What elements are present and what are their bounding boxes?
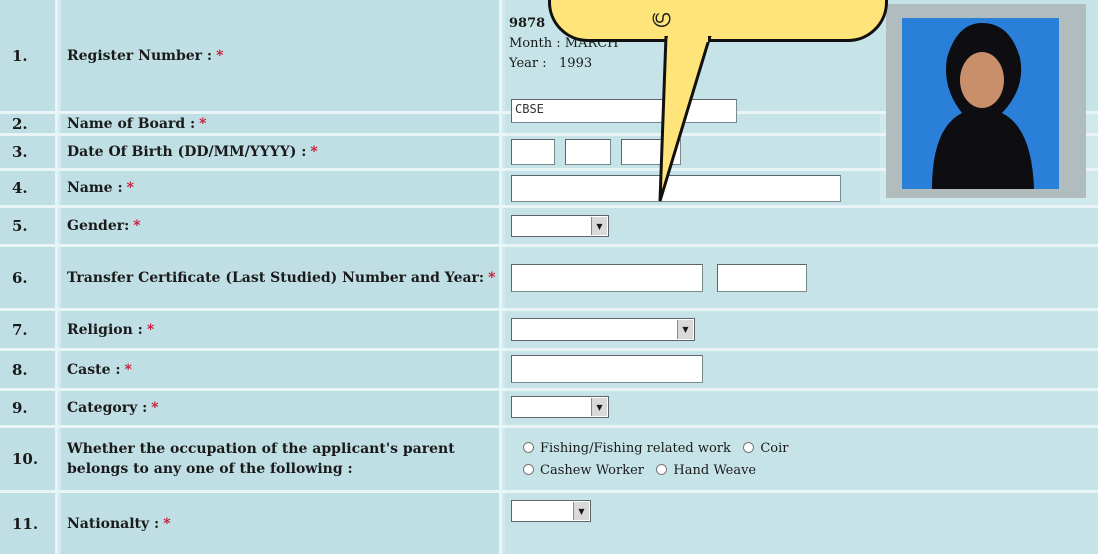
radio-icon — [656, 464, 668, 475]
row-label: Transfer Certificate (Last Studied) Numb… — [61, 247, 502, 308]
category-label: Category : — [67, 400, 148, 416]
row-number: 8. — [0, 351, 58, 388]
row-number: 10. — [0, 428, 58, 490]
dropdown-arrow-icon: ▼ — [591, 398, 607, 416]
row-caste: 8. Caste : * — [0, 351, 1098, 388]
dob-month-input[interactable] — [565, 139, 611, 165]
required-star: * — [199, 115, 207, 132]
board-label: Name of Board : — [67, 115, 196, 132]
tc-year-input[interactable] — [717, 264, 807, 292]
caste-input[interactable] — [511, 355, 703, 383]
row-label: Religion : * — [61, 311, 502, 348]
tc-label: Transfer Certificate (Last Studied) Numb… — [67, 269, 496, 286]
row-number: 11. — [0, 493, 58, 554]
radio-icon — [743, 442, 755, 453]
row-label: Name of Board : * — [61, 114, 502, 133]
applicant-photo — [902, 18, 1059, 189]
row-label: Whether the occupation of the applicant'… — [61, 428, 502, 490]
row-number: 4. — [0, 171, 58, 205]
required-star: * — [124, 361, 132, 378]
gender-value-cell: ▼ — [505, 208, 1098, 244]
row-label: Date Of Birth (DD/MM/YYYY) : * — [61, 136, 502, 168]
row-number: 5. — [0, 208, 58, 244]
occupation-option-coir[interactable]: Coir — [743, 441, 788, 456]
row-label: Caste : * — [61, 351, 502, 388]
gender-select[interactable]: ▼ — [511, 215, 609, 237]
row-label: Nationalty : * — [61, 493, 502, 554]
required-star: * — [488, 269, 496, 286]
occupation-label: Whether the occupation of the applicant'… — [67, 441, 455, 477]
row-number: 3. — [0, 136, 58, 168]
tc-number-input[interactable] — [511, 264, 703, 292]
row-label: Gender: * — [61, 208, 502, 244]
row-label: Category : * — [61, 391, 502, 425]
row-number: 9. — [0, 391, 58, 425]
category-select[interactable]: ▼ — [511, 396, 609, 418]
required-star: * — [126, 180, 134, 196]
row-transfer-certificate: 6. Transfer Certificate (Last Studied) N… — [0, 247, 1098, 308]
year-label: Year : — [509, 56, 547, 71]
year-value: 1993 — [559, 56, 593, 71]
religion-label: Religion : — [67, 321, 143, 338]
category-value-cell: ▼ — [505, 391, 1098, 425]
register-year-row: Year : 1993 — [509, 54, 619, 74]
dropdown-arrow-icon: ▼ — [573, 502, 589, 520]
dropdown-arrow-icon: ▼ — [677, 320, 693, 339]
row-religion: 7. Religion : * ▼ — [0, 311, 1098, 348]
row-label: Register Number : * — [61, 0, 502, 111]
row-gender: 5. Gender: * ▼ — [0, 208, 1098, 244]
dob-day-input[interactable] — [511, 139, 555, 165]
religion-value-cell: ▼ — [505, 311, 1098, 348]
occupation-option-cashew[interactable]: Cashew Worker — [523, 463, 644, 478]
dob-label: Date Of Birth (DD/MM/YYYY) : — [67, 144, 307, 160]
photo-frame — [886, 4, 1086, 198]
nationality-value-cell: ▼ — [505, 493, 1098, 554]
row-label: Name : * — [61, 171, 502, 205]
caste-value-cell — [505, 351, 1098, 388]
caste-label: Caste : — [67, 361, 121, 378]
gender-label: Gender: — [67, 218, 130, 234]
religion-select[interactable]: ▼ — [511, 318, 695, 341]
occupation-option-hand-weave[interactable]: Hand Weave — [656, 463, 756, 478]
register-number-label: Register Number : — [67, 47, 213, 64]
dropdown-arrow-icon: ▼ — [591, 217, 607, 235]
row-category: 9. Category : * ▼ — [0, 391, 1098, 425]
row-number: 1. — [0, 0, 58, 111]
person-portrait-icon — [902, 18, 1059, 189]
row-occupation: 10. Whether the occupation of the applic… — [0, 428, 1098, 490]
occupation-value-cell: Fishing/Fishing related work Coir Cashew… — [505, 428, 1098, 490]
row-nationality: 11. Nationalty : * ▼ — [0, 493, 1098, 554]
speech-bubble-tail — [658, 36, 712, 202]
name-label: Name : — [67, 180, 123, 196]
radio-icon — [523, 442, 534, 453]
row-number: 6. — [0, 247, 58, 308]
nationality-select[interactable]: ▼ — [511, 500, 591, 522]
required-star: * — [151, 400, 159, 416]
application-form: 1. Register Number : * 9878 Month : MARCH… — [0, 0, 1098, 554]
tc-value-cell — [505, 247, 1098, 308]
required-star: * — [146, 321, 155, 338]
required-star: * — [310, 144, 318, 160]
radio-icon — [523, 464, 534, 475]
bubble-text: ഗ്ര — [651, 7, 671, 28]
row-number: 2. — [0, 114, 58, 133]
nationality-label: Nationalty : — [67, 515, 160, 532]
required-star: * — [163, 515, 171, 532]
required-star: * — [216, 47, 224, 64]
occupation-option-fishing[interactable]: Fishing/Fishing related work — [523, 441, 731, 456]
row-number: 7. — [0, 311, 58, 348]
required-star: * — [133, 218, 141, 234]
